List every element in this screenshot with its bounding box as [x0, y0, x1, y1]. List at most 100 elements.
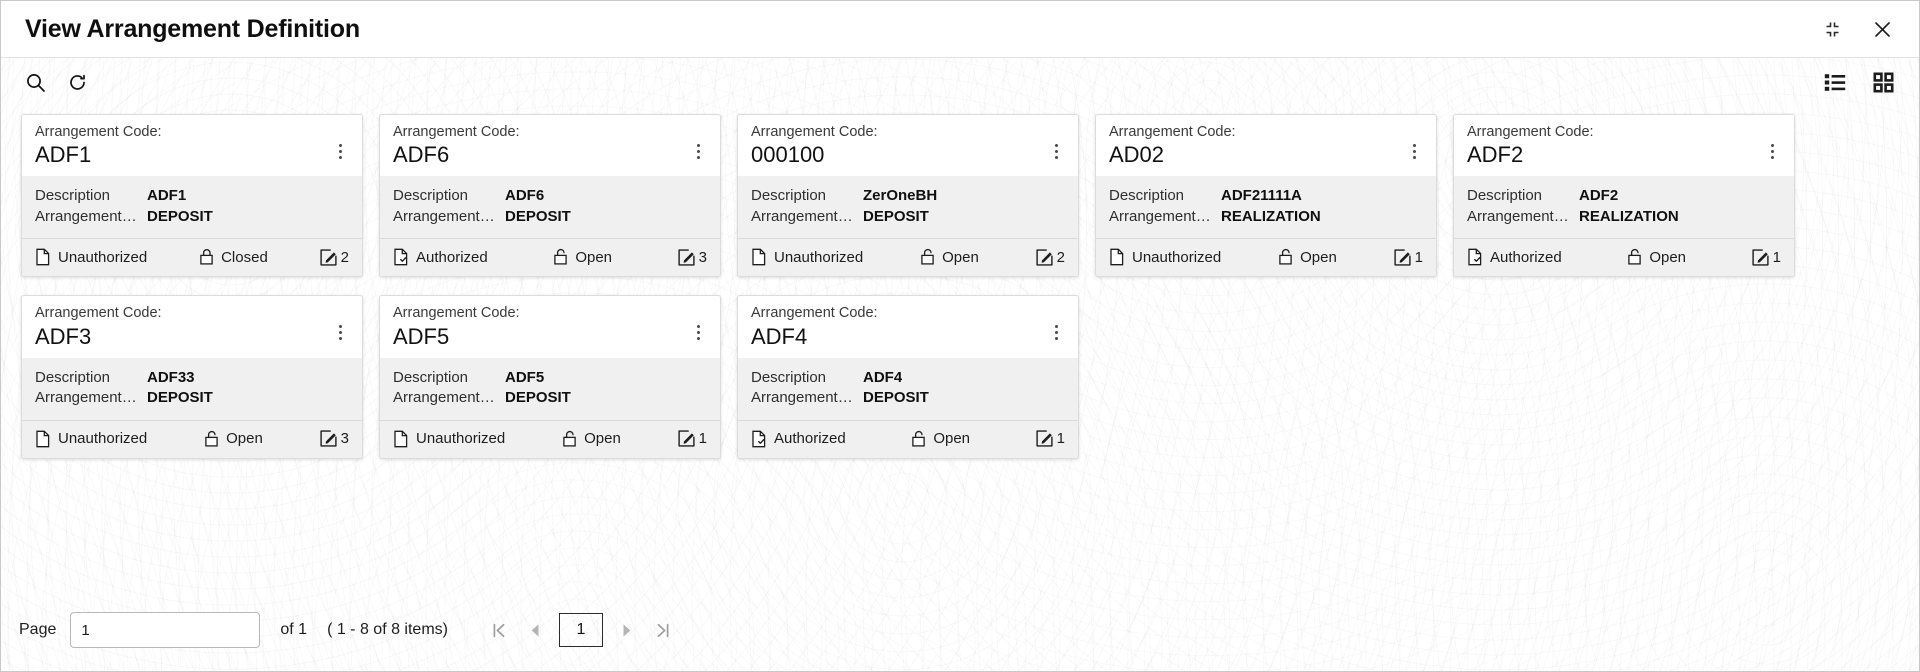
- arrangement-card[interactable]: Arrangement Code: ADF4 Description ADF4 Arra…: [737, 295, 1079, 459]
- field-value: DEPOSIT: [505, 207, 571, 225]
- card-field-description: Description ZerOneBH: [751, 186, 1065, 207]
- search-button[interactable]: [21, 68, 49, 96]
- card-code-label: Arrangement Code:: [35, 305, 162, 322]
- last-page-button[interactable]: [646, 613, 680, 647]
- current-page-button[interactable]: 1: [558, 613, 603, 647]
- authorization-status: Authorized: [393, 248, 488, 266]
- modification-count[interactable]: 3: [678, 249, 707, 266]
- page-label: Page: [19, 621, 57, 638]
- grid-view-button[interactable]: [1869, 68, 1897, 96]
- card-code-label: Arrangement Code:: [393, 305, 520, 322]
- document-icon: [35, 248, 51, 266]
- authorization-status: Unauthorized: [35, 430, 147, 448]
- field-label: Arrangement…: [1109, 207, 1211, 225]
- kebab-menu-icon[interactable]: [330, 137, 350, 165]
- modification-count[interactable]: 1: [678, 430, 707, 447]
- card-field-description: Description ADF1: [35, 186, 349, 207]
- field-label: Arrangement…: [35, 207, 137, 225]
- card-field-description: Description ADF4: [751, 368, 1065, 389]
- card-body: Description ADF2 Arrangement… REALIZATION: [1454, 176, 1794, 240]
- kebab-menu-icon[interactable]: [1046, 137, 1066, 165]
- authorization-status: Authorized: [1467, 248, 1562, 266]
- lock-icon: [1627, 248, 1642, 266]
- field-value: REALIZATION: [1221, 207, 1321, 225]
- refresh-icon: [67, 72, 88, 93]
- modification-count[interactable]: 3: [320, 430, 349, 447]
- record-status: Open: [911, 430, 970, 448]
- record-status: Open: [920, 248, 979, 266]
- arrangement-card[interactable]: Arrangement Code: ADF5 Description ADF5 Arra…: [379, 295, 721, 459]
- edit-icon: [320, 430, 337, 448]
- field-value: ADF6: [505, 187, 545, 205]
- card-header: Arrangement Code: 000100: [738, 115, 1078, 177]
- arrangement-card[interactable]: Arrangement Code: ADF3 Description ADF33 Arr…: [21, 295, 363, 459]
- field-label: Description: [35, 187, 111, 205]
- kebab-menu-icon[interactable]: [1762, 137, 1782, 165]
- kebab-menu-icon[interactable]: [1046, 318, 1066, 346]
- search-icon: [25, 72, 46, 93]
- field-value: ZerOneBH: [863, 187, 938, 205]
- page-input[interactable]: [70, 612, 261, 648]
- arrangement-card[interactable]: Arrangement Code: ADF2 Description ADF2 Arra…: [1453, 114, 1795, 278]
- modification-count[interactable]: 1: [1394, 249, 1423, 266]
- card-field-arrangement-type: Arrangement… DEPOSIT: [393, 388, 707, 409]
- kebab-menu-icon[interactable]: [1404, 137, 1424, 165]
- modification-count[interactable]: 2: [1036, 249, 1065, 266]
- field-label: Description: [751, 187, 827, 205]
- kebab-menu-icon[interactable]: [688, 318, 708, 346]
- card-field-arrangement-type: Arrangement… REALIZATION: [1467, 207, 1781, 228]
- first-page-icon: [491, 622, 507, 639]
- list-view-button[interactable]: [1821, 68, 1849, 96]
- kebab-menu-icon[interactable]: [330, 318, 350, 346]
- close-button[interactable]: [1867, 14, 1897, 44]
- field-label: Description: [393, 187, 469, 205]
- arrangement-card[interactable]: Arrangement Code: AD02 Description ADF21111…: [1095, 114, 1437, 278]
- card-body: Description ADF33 Arrangement… DEPOSIT: [22, 357, 362, 421]
- modification-count[interactable]: 1: [1036, 430, 1065, 447]
- card-field-arrangement-type: Arrangement… DEPOSIT: [393, 207, 707, 228]
- lock-icon: [911, 430, 926, 448]
- arrangement-card[interactable]: Arrangement Code: ADF6 Description ADF6 Arra…: [379, 114, 721, 278]
- field-label: Arrangement…: [393, 389, 495, 407]
- card-header: Arrangement Code: ADF5: [380, 296, 720, 358]
- card-footer: Unauthorized Open 3: [22, 420, 362, 458]
- card-field-description: Description ADF6: [393, 186, 707, 207]
- modification-count[interactable]: 2: [320, 249, 349, 266]
- card-field-description: Description ADF21111A: [1109, 186, 1423, 207]
- prev-page-button[interactable]: [518, 613, 552, 647]
- field-value: ADF5: [505, 368, 545, 386]
- arrangement-card[interactable]: Arrangement Code: ADF1 Description ADF1 Arra…: [21, 114, 363, 278]
- edit-icon: [678, 249, 695, 266]
- document-icon: [751, 430, 767, 448]
- lock-icon: [1278, 248, 1293, 266]
- authorization-status: Unauthorized: [1109, 248, 1221, 266]
- first-page-button[interactable]: [482, 613, 516, 647]
- kebab-menu-icon[interactable]: [688, 137, 708, 165]
- record-status: Open: [553, 248, 612, 266]
- field-label: Arrangement…: [393, 207, 495, 225]
- next-page-button[interactable]: [610, 613, 644, 647]
- field-value: DEPOSIT: [147, 207, 213, 225]
- document-icon: [1109, 248, 1125, 266]
- card-field-arrangement-type: Arrangement… DEPOSIT: [35, 207, 349, 228]
- field-label: Description: [35, 368, 111, 386]
- modification-count-value: 1: [1056, 430, 1065, 448]
- modification-count[interactable]: 1: [1752, 249, 1781, 266]
- modification-count-value: 2: [340, 248, 349, 266]
- collapse-button[interactable]: [1817, 14, 1847, 44]
- record-status-label: Open: [933, 430, 971, 448]
- edit-icon: [1036, 249, 1053, 266]
- arrangement-card[interactable]: Arrangement Code: 000100 Description ZerOne…: [737, 114, 1079, 278]
- refresh-button[interactable]: [63, 68, 91, 96]
- card-code-value: ADF5: [393, 323, 450, 349]
- lock-icon: [553, 248, 568, 266]
- record-status: Closed: [199, 248, 268, 266]
- pagination-controls: 1: [482, 613, 680, 647]
- card-footer: Unauthorized Open 2: [738, 239, 1078, 277]
- modification-count-value: 3: [698, 248, 707, 266]
- card-code-value: 000100: [751, 142, 825, 168]
- card-footer: Authorized Open 3: [380, 239, 720, 277]
- card-body: Description ADF1 Arrangement… DEPOSIT: [22, 176, 362, 240]
- lock-icon: [199, 248, 214, 266]
- document-icon: [751, 248, 767, 266]
